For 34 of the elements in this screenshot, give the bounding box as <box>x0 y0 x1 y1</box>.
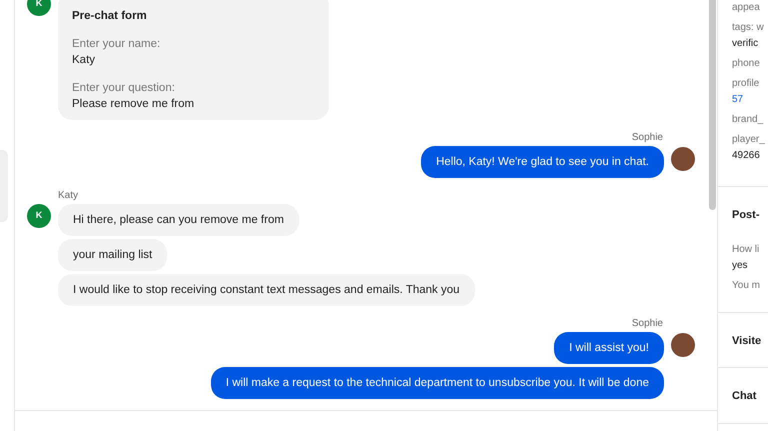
message-bubble: your mailing list <box>58 239 168 271</box>
detail-label: phone <box>732 57 761 71</box>
detail-label: brand_ <box>732 113 764 127</box>
detail-label: You m <box>732 278 761 292</box>
avatar-photo <box>671 333 695 357</box>
field-label: Enter your question: <box>72 81 176 96</box>
field-label: Enter your name: <box>72 37 162 52</box>
field-value: Katy <box>72 53 96 68</box>
scrollbar-thumb[interactable] <box>709 0 716 210</box>
detail-label: appea <box>732 1 761 15</box>
message-bubble: I will assist you! <box>554 332 664 364</box>
avatar: K <box>27 0 51 16</box>
form-title: Pre-chat form <box>72 9 148 24</box>
detail-label: player_ <box>732 133 766 147</box>
detail-value: yes <box>732 258 749 272</box>
section-heading: Chat <box>732 389 758 404</box>
detail-label: tags: w <box>732 21 765 35</box>
field-value: Please remove me from <box>72 97 196 112</box>
message-bubble: Hello, Katy! We're glad to see you in chat. <box>421 146 664 178</box>
detail-label: profile <box>732 77 760 91</box>
message-bubble: Hi there, please can you remove me from <box>58 204 299 236</box>
sender-name: Sophie <box>632 318 663 330</box>
sender-name: Sophie <box>632 132 663 144</box>
avatar: K <box>27 204 51 228</box>
message-bubble: I will make a request to the technical department to unsubscribe you. It will be done <box>210 367 664 399</box>
section-heading: Visite <box>732 334 762 348</box>
message-bubble: I would like to stop receiving constant text messages and emails. Thank you <box>58 274 475 306</box>
detail-link[interactable]: 57 <box>732 92 768 108</box>
avatar-photo <box>671 147 695 171</box>
detail-value: 49266 <box>732 149 761 163</box>
section-heading: Post- <box>732 208 760 223</box>
detail-value: verific <box>732 37 760 51</box>
detail-label: How li <box>732 242 760 256</box>
sender-name: Katy <box>58 190 78 202</box>
